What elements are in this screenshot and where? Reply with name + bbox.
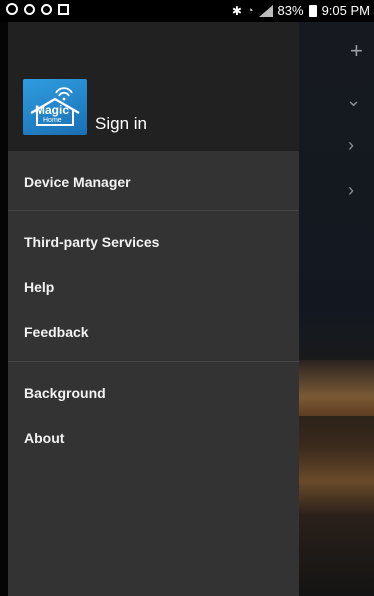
screen-edge: [0, 22, 8, 596]
chevron-down-icon[interactable]: ⌄: [346, 91, 361, 109]
status-time: 9:05 PM: [321, 3, 370, 18]
chevron-right-icon[interactable]: ›: [348, 136, 354, 154]
menu-item-background[interactable]: Background: [24, 385, 106, 401]
app-screen: ✱ ◔ 83% 9:05 PM + ⌄ › › Magic Home Sign …: [0, 0, 374, 596]
navigation-drawer: Magic Home Sign in Device Manager Third-…: [8, 22, 299, 596]
menu-divider: [8, 210, 299, 211]
status-bar: ✱ ◔ 83% 9:05 PM: [0, 0, 374, 22]
whatsapp-notification-icon: [6, 3, 18, 15]
status-left-icons: [6, 3, 69, 15]
menu-item-third-party-services[interactable]: Third-party Services: [24, 234, 159, 250]
menu-item-feedback[interactable]: Feedback: [24, 324, 89, 340]
menu-divider: [8, 361, 299, 362]
battery-percent: 83%: [277, 3, 304, 18]
logo-home-text: Home: [43, 117, 62, 124]
wifi-arcs-icon: [55, 87, 73, 101]
circle-notification-icon: [41, 3, 52, 15]
menu-item-about[interactable]: About: [24, 430, 64, 446]
circle-notification-icon: [24, 3, 35, 15]
gallery-notification-icon: [58, 3, 69, 15]
background-sunset-strip: [299, 360, 374, 416]
chevron-right-icon[interactable]: ›: [348, 181, 354, 199]
magic-home-logo: Magic Home: [23, 79, 87, 135]
bluetooth-icon: ✱: [231, 3, 242, 18]
battery-icon: [308, 4, 317, 17]
logo-magic-text: Magic: [35, 103, 70, 117]
signal-icon: [258, 4, 273, 17]
drawer-header: Magic Home Sign in: [8, 22, 299, 151]
wifi-icon: ◔: [246, 4, 254, 17]
menu-item-help[interactable]: Help: [24, 279, 54, 295]
status-right-icons: ✱ ◔ 83% 9:05 PM: [232, 3, 370, 18]
background-content: [299, 22, 374, 596]
plus-icon[interactable]: +: [350, 40, 363, 62]
sign-in-link[interactable]: Sign in: [95, 114, 147, 134]
menu-item-device-manager[interactable]: Device Manager: [24, 174, 131, 190]
